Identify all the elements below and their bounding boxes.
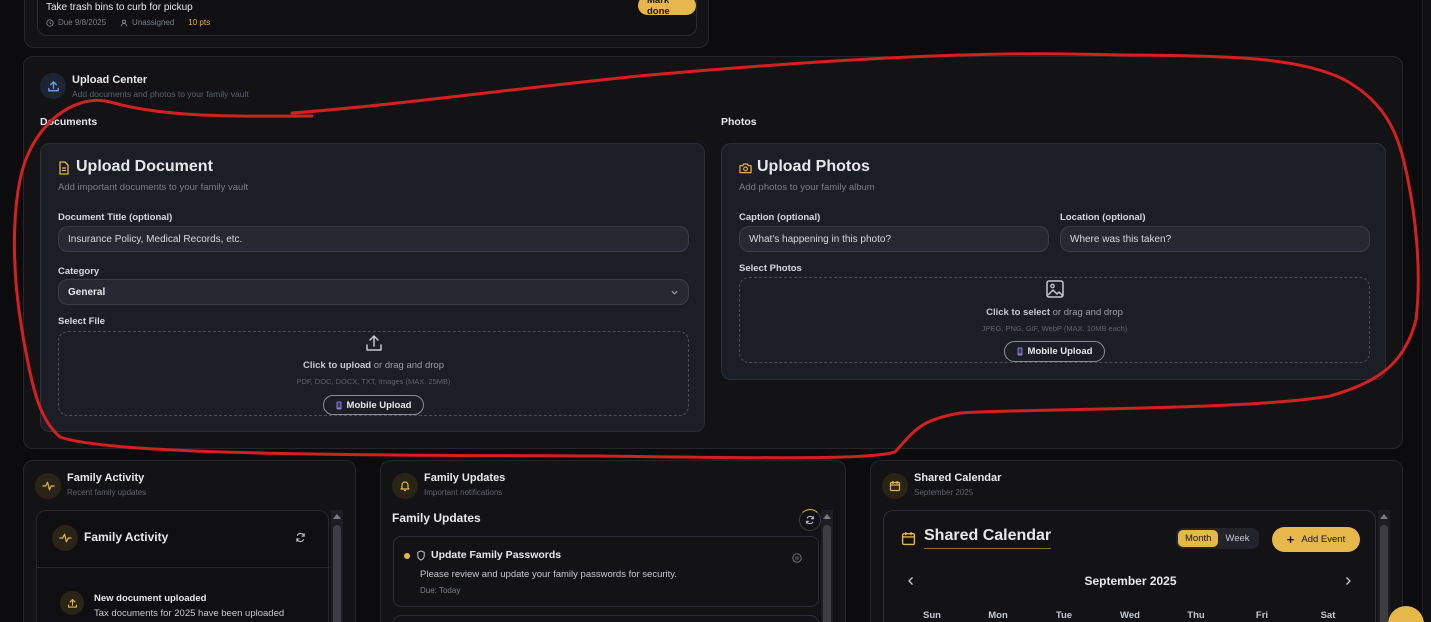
red-annotation-scribble bbox=[12, 52, 1420, 460]
